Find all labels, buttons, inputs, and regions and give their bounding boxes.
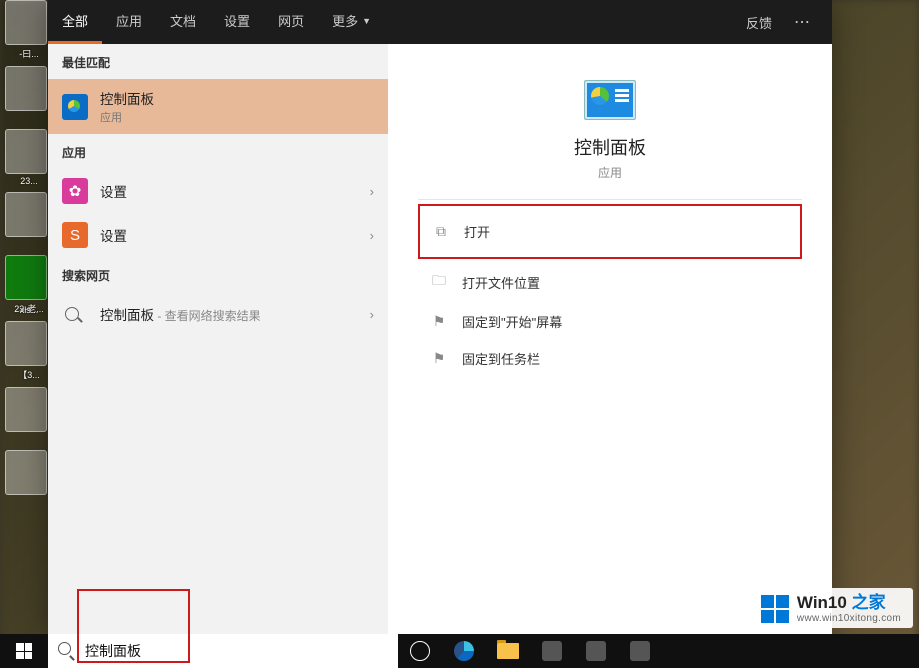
taskbar-app[interactable] bbox=[530, 634, 574, 668]
action-pin-start[interactable]: ⚑ 固定到"开始"屏幕 bbox=[418, 303, 802, 340]
tab-web[interactable]: 网页 bbox=[264, 0, 318, 44]
watermark: Win10 之家 www.win10xitong.com bbox=[749, 588, 913, 628]
section-best-match: 最佳匹配 bbox=[48, 44, 388, 79]
pin-icon: ⚑ bbox=[430, 313, 448, 330]
action-label: 打开文件位置 bbox=[462, 273, 540, 292]
gear-icon: ✿ bbox=[62, 178, 88, 204]
section-apps: 应用 bbox=[48, 134, 388, 169]
chevron-right-icon: › bbox=[362, 184, 374, 199]
action-label: 固定到"开始"屏幕 bbox=[462, 312, 562, 331]
taskbar-app-edge[interactable] bbox=[442, 634, 486, 668]
open-icon: ⧉ bbox=[432, 223, 450, 240]
edge-icon bbox=[454, 641, 474, 661]
tab-all[interactable]: 全部 bbox=[48, 0, 102, 44]
result-web-search[interactable]: 控制面板 - 查看网络搜索结果 › bbox=[48, 292, 388, 336]
taskbar-app-explorer[interactable] bbox=[486, 634, 530, 668]
result-title: 控制面板 bbox=[100, 88, 374, 108]
taskbar-app[interactable] bbox=[574, 634, 618, 668]
tab-settings[interactable]: 设置 bbox=[210, 0, 264, 44]
action-label: 固定到任务栏 bbox=[462, 349, 540, 368]
app-icon bbox=[542, 641, 562, 661]
action-open[interactable]: ⧉ 打开 bbox=[424, 210, 796, 253]
control-panel-icon bbox=[62, 94, 88, 120]
search-input[interactable] bbox=[77, 637, 388, 665]
section-search-web: 搜索网页 bbox=[48, 257, 388, 292]
results-list: 最佳匹配 控制面板 应用 应用 ✿ 设置 › S 设置 › 搜索网页 bbox=[48, 44, 388, 634]
control-panel-large-icon bbox=[584, 80, 636, 120]
desktop-icons-column: -曰... 23... 23-老... xls... 【3... bbox=[5, 0, 53, 668]
search-scope-tabs: 全部 应用 文档 设置 网页 更多▼ 反馈 ⋯ bbox=[48, 0, 832, 44]
desktop-icon-label: 【3... bbox=[5, 368, 53, 381]
tab-documents[interactable]: 文档 bbox=[156, 0, 210, 44]
chevron-right-icon: › bbox=[362, 228, 374, 243]
desktop-icon[interactable] bbox=[5, 66, 47, 111]
desktop-icon[interactable] bbox=[5, 321, 47, 366]
app-icon bbox=[630, 641, 650, 661]
app-icon: S bbox=[62, 222, 88, 248]
result-title: 设置 bbox=[100, 225, 362, 245]
search-icon bbox=[58, 642, 77, 660]
desktop-icon-label: -曰... bbox=[5, 47, 53, 60]
taskbar-search-box[interactable] bbox=[48, 634, 398, 668]
desktop-icon-label: xls... bbox=[5, 305, 53, 315]
desktop-icon-label: 23... bbox=[5, 176, 53, 186]
feedback-link[interactable]: 反馈 bbox=[734, 0, 784, 44]
preview-title: 控制面板 bbox=[418, 134, 802, 160]
taskbar-app[interactable] bbox=[618, 634, 662, 668]
action-label: 打开 bbox=[464, 222, 490, 241]
chevron-right-icon: › bbox=[362, 307, 374, 322]
chevron-down-icon: ▼ bbox=[362, 16, 371, 26]
folder-icon bbox=[497, 643, 519, 659]
search-results-panel: 全部 应用 文档 设置 网页 更多▼ 反馈 ⋯ 最佳匹配 控制面板 应用 应用 … bbox=[48, 0, 832, 634]
folder-open-icon: 🗀 bbox=[430, 270, 448, 294]
preview-type: 应用 bbox=[418, 164, 802, 181]
desktop-icon[interactable] bbox=[5, 387, 47, 432]
result-title: 设置 bbox=[100, 181, 362, 201]
watermark-brand: Win10 之家 bbox=[797, 594, 901, 613]
watermark-url: www.win10xitong.com bbox=[797, 613, 901, 624]
result-settings-2[interactable]: S 设置 › bbox=[48, 213, 388, 257]
cortana-icon bbox=[410, 641, 430, 661]
action-pin-taskbar[interactable]: ⚑ 固定到任务栏 bbox=[418, 340, 802, 377]
windows-logo-icon bbox=[761, 595, 789, 623]
desktop-icon[interactable] bbox=[5, 255, 47, 300]
result-control-panel[interactable]: 控制面板 应用 bbox=[48, 79, 388, 134]
search-icon bbox=[62, 301, 88, 327]
desktop-icon[interactable] bbox=[5, 450, 47, 495]
start-button[interactable] bbox=[0, 634, 48, 668]
taskbar bbox=[0, 634, 919, 668]
result-title: 控制面板 - 查看网络搜索结果 bbox=[100, 304, 362, 324]
tab-apps[interactable]: 应用 bbox=[102, 0, 156, 44]
desktop-icon[interactable] bbox=[5, 0, 47, 45]
action-open-location[interactable]: 🗀 打开文件位置 bbox=[418, 261, 802, 303]
result-subtitle: 应用 bbox=[100, 109, 374, 125]
divider bbox=[418, 199, 802, 200]
result-settings-1[interactable]: ✿ 设置 › bbox=[48, 169, 388, 213]
app-icon bbox=[586, 641, 606, 661]
task-view-button[interactable] bbox=[398, 634, 442, 668]
desktop-icon[interactable] bbox=[5, 192, 47, 237]
windows-logo-icon bbox=[16, 643, 32, 659]
more-menu-button[interactable]: ⋯ bbox=[784, 0, 822, 44]
result-preview-pane: 控制面板 应用 ⧉ 打开 🗀 打开文件位置 ⚑ 固定到"开始"屏幕 ⚑ 固定到任… bbox=[388, 44, 832, 634]
tab-more[interactable]: 更多▼ bbox=[318, 0, 385, 44]
pin-icon: ⚑ bbox=[430, 350, 448, 367]
highlight-annotation: ⧉ 打开 bbox=[418, 204, 802, 259]
desktop-icon[interactable] bbox=[5, 129, 47, 174]
